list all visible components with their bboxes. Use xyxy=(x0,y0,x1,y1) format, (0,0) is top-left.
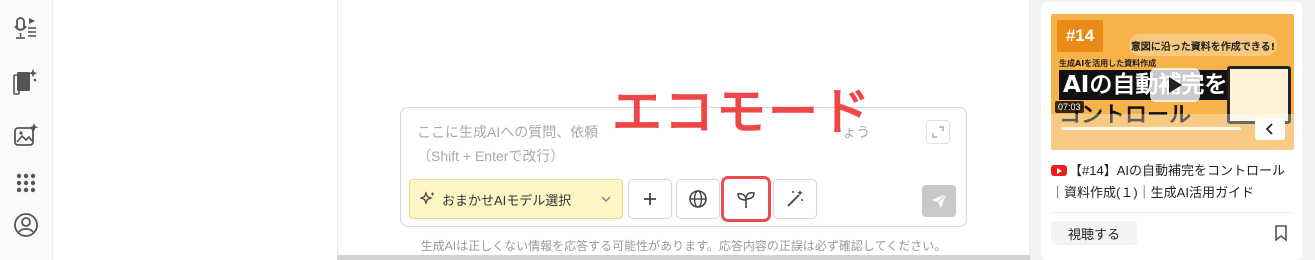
sprout-icon xyxy=(737,192,755,208)
placeholder-line2: （Shift + Enterで改行） xyxy=(417,148,565,164)
apps-grid-icon[interactable] xyxy=(9,166,43,200)
plus-icon xyxy=(644,193,656,205)
youtube-icon xyxy=(1051,165,1067,176)
user-circle-icon[interactable] xyxy=(9,208,43,242)
thumb-headline-1: AIの自動補完を xyxy=(1059,70,1232,100)
thumb-ribbon: 意図に沿った資料を作成できる! xyxy=(1129,34,1277,56)
add-button[interactable] xyxy=(628,179,672,219)
disclaimer-text: 生成AIは正しくない情報を応答する可能性があります。応答内容の正誤は必ず確認して… xyxy=(420,239,947,253)
video-title-link[interactable]: 【#14】AIの自動補完をコントロール｜資料作成(１)｜生成AI活用ガイド xyxy=(1051,160,1291,204)
app-root: ここに生成AIへの質問、依頼 ょう （Shift + Enterで改行） おまかせ… xyxy=(0,0,1315,260)
eco-mode-callout: エコモード xyxy=(612,83,872,141)
carousel-prev-button[interactable] xyxy=(1255,118,1285,140)
bookmark-icon[interactable] xyxy=(1273,224,1289,242)
chevron-left-icon xyxy=(1265,123,1273,135)
video-duration: 07:03 xyxy=(1055,101,1084,113)
horizontal-scrollbar[interactable] xyxy=(337,255,1030,260)
episode-badge: #14 xyxy=(1057,20,1103,52)
magic-wand-icon xyxy=(787,190,803,207)
eco-mode-button[interactable] xyxy=(721,176,771,222)
chevron-down-icon xyxy=(601,196,611,203)
image-sparkle-icon[interactable] xyxy=(9,118,43,152)
expand-icon[interactable] xyxy=(926,120,950,144)
video-title: 【#14】AIの自動補完をコントロール｜資料作成(１)｜生成AI活用ガイド xyxy=(1051,163,1285,200)
web-search-button[interactable] xyxy=(676,179,720,219)
sparkle-icon xyxy=(420,191,435,205)
play-button[interactable] xyxy=(1150,68,1200,102)
voice-list-icon[interactable] xyxy=(9,12,43,46)
watch-button[interactable]: 視聴する xyxy=(1051,221,1137,245)
model-select-label: おまかせAIモデル選択 xyxy=(442,192,572,208)
video-card: #14 意図に沿った資料を作成できる! 生成AIを活用した資料作成 AIの自動補… xyxy=(1041,2,1302,260)
send-button[interactable] xyxy=(922,185,956,217)
left-gutter xyxy=(53,0,337,260)
play-icon xyxy=(1169,77,1182,93)
video-thumbnail[interactable]: #14 意図に沿った資料を作成できる! 生成AIを活用した資料作成 AIの自動補… xyxy=(1051,14,1294,150)
thumb-subtitle: 生成AIを活用した資料作成 xyxy=(1059,59,1157,68)
magic-button[interactable] xyxy=(773,179,817,219)
video-scrubber[interactable] xyxy=(1061,127,1241,130)
globe-icon xyxy=(689,190,707,208)
send-icon xyxy=(932,193,947,208)
card-divider xyxy=(1051,212,1293,213)
model-select[interactable]: おまかせAIモデル選択 xyxy=(409,179,623,219)
doc-sparkle-icon[interactable] xyxy=(9,64,43,98)
placeholder-line1: ここに生成AIへの質問、依頼 xyxy=(417,124,599,140)
left-sidebar xyxy=(0,0,53,260)
